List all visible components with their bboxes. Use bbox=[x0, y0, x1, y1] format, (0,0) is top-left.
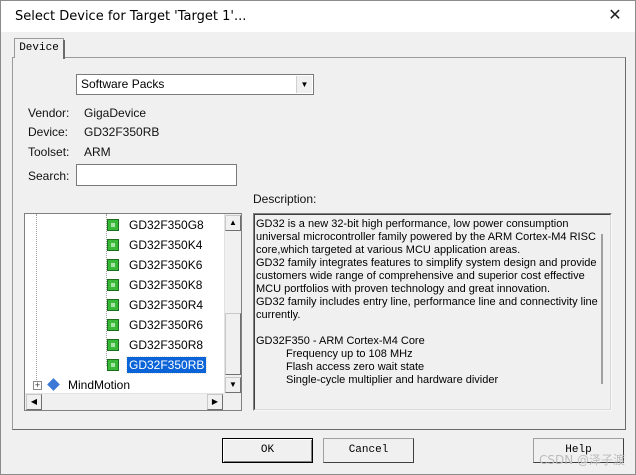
description-box[interactable]: GD32 is a new 32-bit high performance, l… bbox=[253, 213, 612, 411]
description-feature: Flash access zero wait state bbox=[286, 361, 425, 373]
scroll-left-icon[interactable]: ◀ bbox=[26, 394, 42, 410]
tree-guide-line bbox=[36, 214, 37, 384]
description-line: core,which targeted at various MCU appli… bbox=[256, 244, 521, 256]
device-name: GD32F350R4 bbox=[129, 298, 204, 312]
close-icon: ✕ bbox=[608, 7, 622, 24]
ok-button[interactable]: OK bbox=[222, 438, 313, 463]
description-text: GD32 is a new 32-bit high performance, l… bbox=[256, 218, 598, 387]
chip-icon bbox=[107, 339, 119, 351]
device-name: GD32F350K6 bbox=[129, 258, 203, 272]
tab-shadow bbox=[63, 40, 65, 59]
title-bar: Select Device for Target 'Target 1'... ✕ bbox=[1, 1, 635, 32]
tab-device[interactable]: Device bbox=[14, 38, 65, 59]
watermark: CSDN @泽子渡 bbox=[538, 453, 625, 467]
source-select[interactable]: Software Packs ▼ bbox=[76, 74, 314, 95]
scroll-up-icon[interactable]: ▲ bbox=[225, 215, 241, 231]
scroll-right-icon[interactable]: ▶ bbox=[207, 394, 223, 410]
close-button[interactable]: ✕ bbox=[603, 5, 627, 27]
description-feature: Single-cycle multiplier and hardware div… bbox=[286, 374, 499, 386]
window-title: Select Device for Target 'Target 1'... bbox=[15, 9, 247, 24]
device-tree[interactable]: GD32F350G8 GD32F350K4 GD32F350K6 GD32F35… bbox=[24, 213, 242, 411]
chip-icon bbox=[107, 239, 119, 251]
chip-icon bbox=[107, 219, 119, 231]
tree-vertical-scrollbar[interactable]: ▲ ▼ bbox=[224, 214, 241, 393]
source-select-value: Software Packs bbox=[81, 77, 165, 91]
tab-device-label: Device bbox=[19, 42, 59, 54]
vendor-label: Vendor: bbox=[28, 106, 70, 120]
toolset-value: ARM bbox=[84, 145, 111, 159]
device-name: GD32F350G8 bbox=[129, 218, 204, 232]
description-feature: Frequency up to 108 MHz bbox=[286, 348, 413, 360]
chip-icon bbox=[107, 319, 119, 331]
description-line: GD32 family includes entry line, perform… bbox=[256, 296, 598, 308]
description-line: GD32F350 - ARM Cortex-M4 Core bbox=[256, 335, 425, 347]
select-device-dialog: Select Device for Target 'Target 1'... ✕… bbox=[0, 0, 636, 475]
vendor-name: MindMotion bbox=[68, 378, 131, 392]
description-line: customers wide range of comprehensive an… bbox=[256, 270, 585, 282]
cancel-button[interactable]: Cancel bbox=[323, 438, 414, 463]
chip-icon bbox=[107, 359, 119, 371]
device-name: GD32F350R6 bbox=[129, 318, 204, 332]
description-scrollbar[interactable] bbox=[601, 234, 603, 384]
search-label: Search: bbox=[28, 169, 70, 183]
chip-icon bbox=[107, 299, 119, 311]
device-name: GD32F350K8 bbox=[129, 278, 203, 292]
description-line: GD32 is a new 32-bit high performance, l… bbox=[256, 218, 569, 230]
expand-icon[interactable]: + bbox=[33, 381, 42, 390]
description-blank-line bbox=[256, 322, 596, 335]
toolset-label: Toolset: bbox=[28, 145, 70, 159]
description-label: Description: bbox=[253, 192, 317, 206]
chip-icon bbox=[107, 279, 119, 291]
description-line: currently. bbox=[256, 309, 301, 321]
description-line: MCU portfolios with proven technology an… bbox=[256, 283, 551, 295]
vendor-value: GigaDevice bbox=[84, 106, 147, 120]
vendor-diamond-icon bbox=[47, 378, 60, 391]
chip-icon bbox=[107, 259, 119, 271]
tree-horizontal-scrollbar[interactable]: ◀ ▶ bbox=[25, 393, 224, 410]
description-line: GD32 family integrates features to simpl… bbox=[256, 257, 597, 269]
device-name: GD32F350RB bbox=[125, 356, 208, 374]
device-label: Device: bbox=[28, 125, 69, 139]
search-input[interactable] bbox=[76, 164, 237, 186]
device-name: GD32F350K4 bbox=[129, 238, 203, 252]
scroll-down-icon[interactable]: ▼ bbox=[225, 377, 241, 393]
device-name: GD32F350R8 bbox=[129, 338, 204, 352]
device-value: GD32F350RB bbox=[84, 125, 160, 139]
scrollbar-corner bbox=[224, 393, 241, 410]
description-line: universal microcontroller family powered… bbox=[256, 231, 596, 243]
scroll-thumb[interactable] bbox=[225, 313, 241, 375]
dropdown-arrow-icon[interactable]: ▼ bbox=[296, 76, 312, 93]
